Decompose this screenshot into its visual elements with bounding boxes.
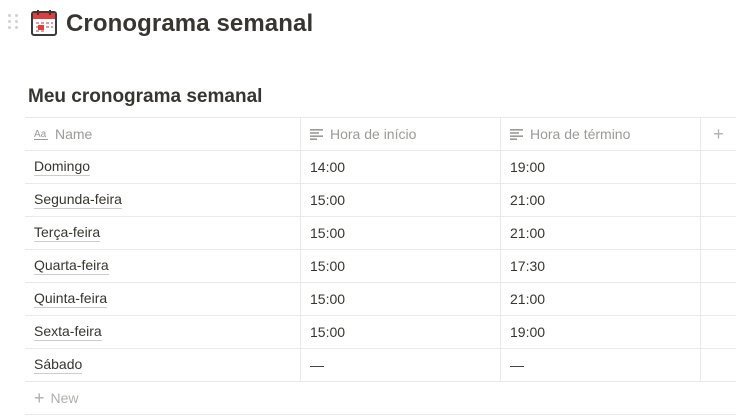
name-cell[interactable]: Sexta-feira [25,316,301,348]
end-time-cell[interactable]: 19:00 [501,151,701,183]
table-header: Aa Name Hora de início Hora de término + [25,118,736,151]
table-row[interactable]: Sexta-feira 15:00 19:00 [25,316,736,349]
row-name[interactable]: Sexta-feira [34,323,102,341]
end-time-cell[interactable]: 21:00 [501,184,701,216]
name-cell[interactable]: Domingo [25,151,301,183]
column-header-end-time[interactable]: Hora de término [501,118,701,150]
row-name[interactable]: Quinta-feira [34,290,108,308]
name-cell[interactable]: Quinta-feira [25,283,301,315]
column-header-label: Hora de início [330,126,417,142]
svg-text:Aa: Aa [34,129,47,140]
empty-cell [701,283,736,315]
table-row[interactable]: Quinta-feira 15:00 21:00 [25,283,736,316]
name-cell[interactable]: Quarta-feira [25,250,301,282]
row-name[interactable]: Terça-feira [34,224,101,242]
add-column-button[interactable]: + [701,118,736,150]
start-time-value: 15:00 [310,324,346,340]
text-type-icon: Aa [34,129,48,140]
plus-icon: + [34,388,45,408]
table-row[interactable]: Domingo 14:00 19:00 [25,151,736,184]
empty-cell [701,184,736,216]
name-cell[interactable]: Terça-feira [25,217,301,249]
end-time-value: 19:00 [510,324,546,340]
column-header-label: Hora de término [530,126,631,142]
start-time-value: 14:00 [310,159,346,175]
end-time-cell[interactable]: 21:00 [501,217,701,249]
end-time-value: 21:00 [510,291,546,307]
start-time-cell[interactable]: 15:00 [301,250,501,282]
column-header-name[interactable]: Aa Name [25,118,301,150]
end-time-cell[interactable]: 21:00 [501,283,701,315]
end-time-value: 21:00 [510,225,546,241]
end-time-value: 19:00 [510,159,546,175]
start-time-cell[interactable]: 15:00 [301,283,501,315]
start-time-cell[interactable]: — [301,349,501,381]
table-row[interactable]: Segunda-feira 15:00 21:00 [25,184,736,217]
start-time-value: 15:00 [310,225,346,241]
end-time-cell[interactable]: 17:30 [501,250,701,282]
name-cell[interactable]: Segunda-feira [25,184,301,216]
start-time-cell[interactable]: 15:00 [301,184,501,216]
empty-cell [701,316,736,348]
end-time-value: 17:30 [510,258,546,274]
start-time-value: 15:00 [310,192,346,208]
new-row-button[interactable]: + New [25,382,736,415]
database-title[interactable]: Meu cronograma semanal [28,84,262,110]
row-name[interactable]: Segunda-feira [34,191,122,209]
start-time-value: 15:00 [310,291,346,307]
plus-icon: + [713,124,724,144]
empty-cell [701,151,736,183]
end-time-value: 21:00 [510,192,546,208]
end-time-value: — [510,357,524,373]
column-header-label: Name [55,126,93,142]
empty-cell [701,250,736,282]
start-time-cell[interactable]: 15:00 [301,217,501,249]
page-title[interactable]: Cronograma semanal [66,8,313,40]
name-cell[interactable]: Sábado [25,349,301,381]
column-header-start-time[interactable]: Hora de início [301,118,501,150]
start-time-cell[interactable]: 14:00 [301,151,501,183]
text-lines-icon [510,128,523,140]
end-time-cell[interactable]: — [501,349,701,381]
database-table: Aa Name Hora de início Hora de término +… [25,117,736,415]
start-time-value: — [310,357,324,373]
table-row[interactable]: Terça-feira 15:00 21:00 [25,217,736,250]
start-time-value: 15:00 [310,258,346,274]
row-name[interactable]: Quarta-feira [34,257,109,275]
start-time-cell[interactable]: 15:00 [301,316,501,348]
row-name[interactable]: Domingo [34,158,91,176]
calendar-icon[interactable] [31,10,57,36]
empty-cell [701,217,736,249]
table-row[interactable]: Sábado — — [25,349,736,382]
row-name[interactable]: Sábado [34,356,83,374]
empty-cell [701,349,736,381]
new-row-label: New [50,390,79,406]
text-lines-icon [310,128,323,140]
end-time-cell[interactable]: 19:00 [501,316,701,348]
drag-handle-icon[interactable] [8,14,20,32]
table-row[interactable]: Quarta-feira 15:00 17:30 [25,250,736,283]
